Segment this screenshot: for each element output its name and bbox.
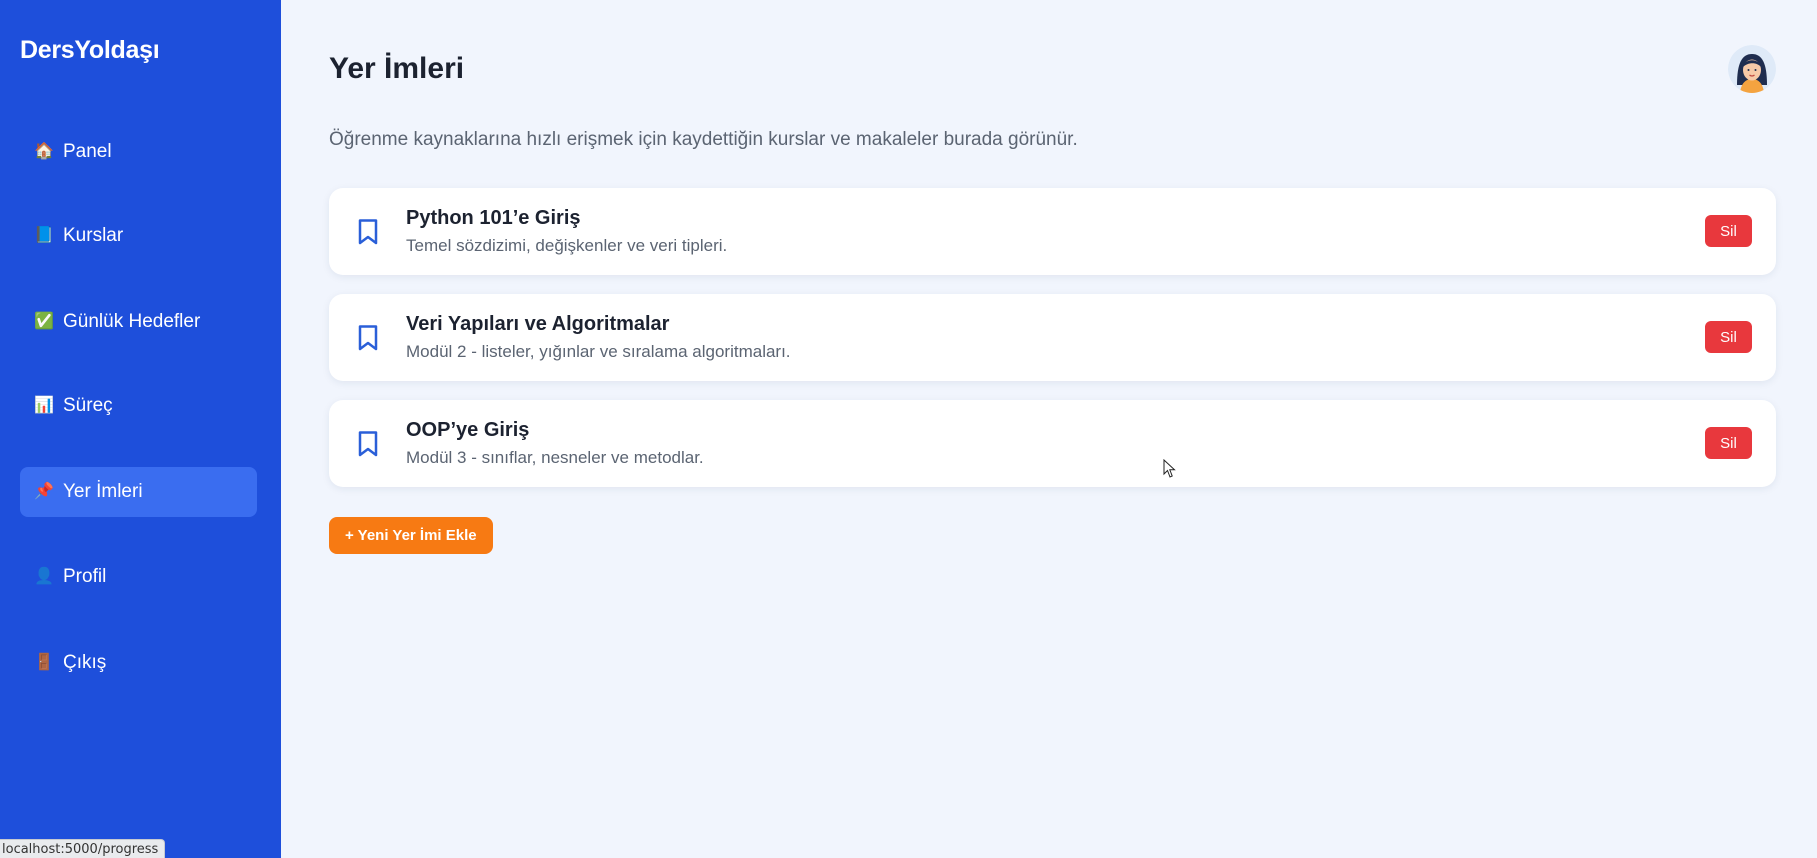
sidebar-item-label: Günlük Hedefler — [63, 311, 201, 332]
sidebar-item-label: Kurslar — [63, 225, 124, 246]
brand-logo[interactable]: DersYoldaşı — [20, 36, 160, 65]
sidebar-item-label: Yer İmleri — [63, 481, 143, 502]
sidebar-item-panel[interactable]: 🏠 Panel — [20, 127, 257, 177]
bookmark-icon — [358, 325, 378, 351]
bookmark-description: Modül 3 - sınıflar, nesneler ve metodlar… — [406, 448, 704, 467]
bookmark-card[interactable]: OOP’ye Giriş Modül 3 - sınıflar, nesnele… — [329, 400, 1776, 487]
bookmark-description: Modül 2 - listeler, yığınlar ve sıralama… — [406, 342, 791, 361]
sidebar: DersYoldaşı 🏠 Panel 📘 Kurslar ✅ Günlük H… — [0, 0, 281, 858]
page-subtitle: Öğrenme kaynaklarına hızlı erişmek için … — [329, 129, 1078, 150]
sidebar-item-label: Profil — [63, 566, 107, 587]
sidebar-item-label: Çıkış — [63, 652, 107, 673]
delete-bookmark-button[interactable]: Sil — [1705, 215, 1752, 247]
bookmark-icon — [358, 219, 378, 245]
sidebar-item-label: Panel — [63, 141, 112, 162]
sidebar-item-yer-imleri[interactable]: 📌 Yer İmleri — [20, 467, 257, 517]
bookmark-title[interactable]: Python 101’e Giriş — [406, 207, 581, 230]
bookmark-description: Temel sözdizimi, değişkenler ve veri tip… — [406, 236, 728, 255]
avatar-icon — [1728, 45, 1776, 93]
bookmark-tag-icon: 📌 — [34, 483, 54, 500]
bookmark-icon — [358, 431, 378, 457]
sidebar-item-profil[interactable]: 👤 Profil — [20, 552, 257, 602]
page-title: Yer İmleri — [329, 52, 465, 85]
sidebar-item-cikis[interactable]: 🚪 Çıkış — [20, 638, 257, 688]
bookmark-card[interactable]: Python 101’e Giriş Temel sözdizimi, deği… — [329, 188, 1776, 275]
sidebar-item-kurslar[interactable]: 📘 Kurslar — [20, 211, 257, 261]
bookmark-card[interactable]: Veri Yapıları ve Algoritmalar Modül 2 - … — [329, 294, 1776, 381]
mouse-cursor-icon — [1163, 459, 1176, 478]
bar-chart-icon: 📊 — [34, 397, 54, 414]
delete-bookmark-button[interactable]: Sil — [1705, 321, 1752, 353]
avatar[interactable] — [1728, 45, 1776, 93]
house-icon: 🏠 — [34, 143, 54, 160]
sidebar-item-label: Süreç — [63, 395, 113, 416]
bookmark-title[interactable]: OOP’ye Giriş — [406, 419, 529, 442]
door-icon: 🚪 — [34, 654, 54, 671]
status-bar-url: localhost:5000/progress — [0, 839, 166, 858]
main-content: Yer İmleri Öğrenme kaynaklarına hızlı er… — [281, 0, 1817, 858]
book-icon: 📘 — [34, 227, 54, 244]
delete-bookmark-button[interactable]: Sil — [1705, 427, 1752, 459]
add-bookmark-button[interactable]: + Yeni Yer İmi Ekle — [329, 517, 493, 554]
sidebar-item-gunluk-hedefler[interactable]: ✅ Günlük Hedefler — [20, 297, 257, 347]
person-icon: 👤 — [34, 568, 54, 585]
checkmark-icon: ✅ — [34, 313, 54, 330]
bookmark-title[interactable]: Veri Yapıları ve Algoritmalar — [406, 313, 669, 336]
sidebar-item-surec[interactable]: 📊 Süreç — [20, 381, 257, 431]
